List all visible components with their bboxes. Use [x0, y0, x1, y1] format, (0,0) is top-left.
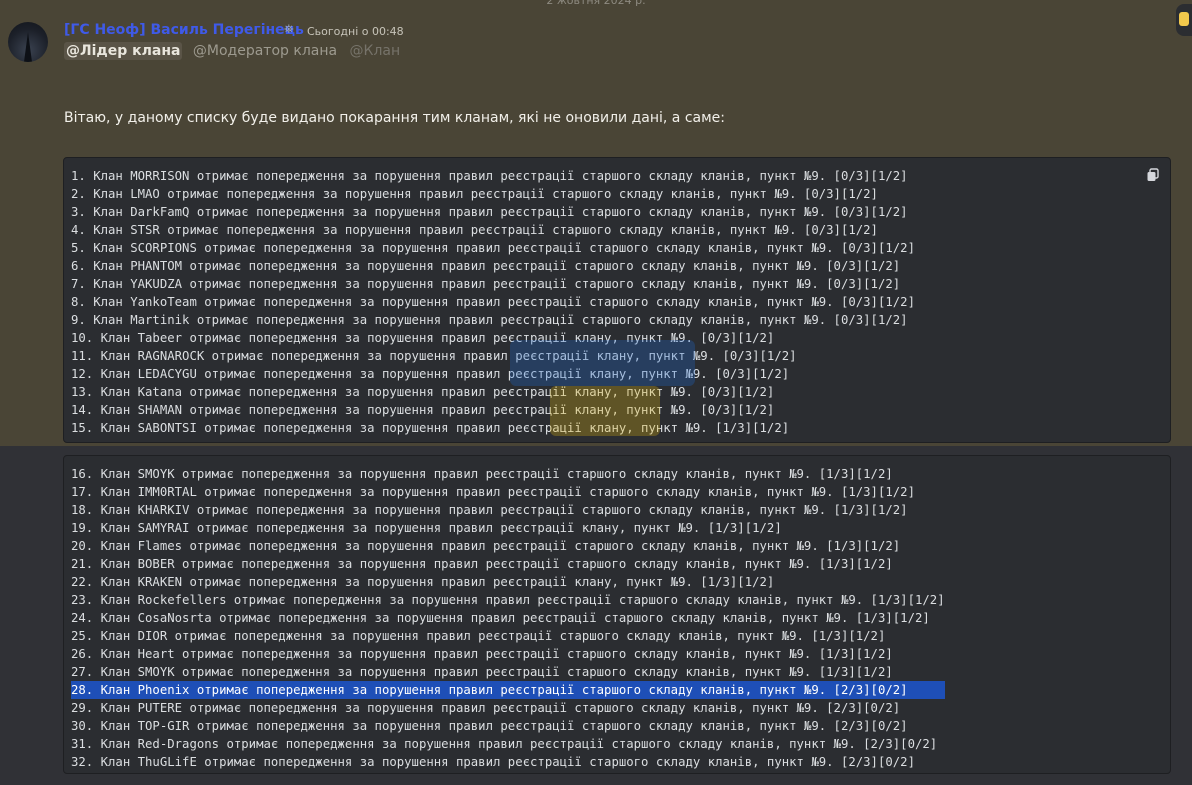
code-line: 26. Клан Heart отримає попередження за п…	[71, 647, 893, 661]
thumbs-up-icon	[1179, 12, 1189, 26]
message-text: Вітаю, у даному списку буде видано покар…	[64, 110, 726, 126]
author-name[interactable]: [ГС Неоф] Василь Перегінець	[64, 22, 304, 38]
code-line: 15. Клан SABONTSI отримає попередження з…	[71, 421, 790, 435]
mention-clan-role[interactable]: @Клан	[348, 42, 403, 60]
code-line: 22. Клан KRAKEN отримає попередження за …	[71, 575, 775, 589]
code-line: 5. Клан SCORPIONS отримає попередження з…	[71, 241, 915, 255]
code-block-2: 16. Клан SMOYK отримає попередження за п…	[63, 455, 1171, 774]
code-line: 16. Клан SMOYK отримає попередження за п…	[71, 467, 893, 481]
code-line: 3. Клан DarkFamQ отримає попередження за…	[71, 205, 908, 219]
code-line: 21. Клан BOBER отримає попередження за п…	[71, 557, 893, 571]
code-line: 12. Клан LEDACYGU отримає попередження з…	[71, 367, 790, 381]
code-line: 20. Клан Flames отримає попередження за …	[71, 539, 901, 553]
code-line: 1. Клан MORRISON отримає попередження за…	[71, 169, 908, 183]
code-line: 24. Клан CosaNosrta отримає попередження…	[71, 611, 930, 625]
code-line: 7. Клан YAKUDZA отримає попередження за …	[71, 277, 901, 291]
code-line: 13. Клан Katana отримає попередження за …	[71, 385, 775, 399]
code-block-1-lines: 1. Клан MORRISON отримає попередження за…	[71, 167, 915, 437]
code-line-selected: 28. Клан Phoenix отримає попередження за…	[71, 681, 945, 699]
code-line: 19. Клан SAMYRAI отримає попередження за…	[71, 521, 782, 535]
code-line: 27. Клан SMOYK отримає попередження за п…	[71, 665, 893, 679]
code-line: 29. Клан PUTERE отримає попередження за …	[71, 701, 901, 715]
code-line: 14. Клан SHAMAN отримає попередження за …	[71, 403, 775, 417]
code-line: 2. Клан LMAO отримає попередження за пор…	[71, 187, 878, 201]
code-line: 25. Клан DIOR отримає попередження за по…	[71, 629, 886, 643]
code-block-1: 1. Клан MORRISON отримає попередження за…	[63, 157, 1171, 443]
code-line: 6. Клан PHANTOM отримає попередження за …	[71, 259, 901, 273]
date-divider: 2 жовтня 2024 р.	[546, 0, 646, 7]
code-line: 30. Клан TOP-GIR отримає попередження за…	[71, 719, 908, 733]
code-line: 32. Клан ThuGLifE отримає попередження з…	[71, 755, 915, 769]
message-timestamp: Сьогодні о 00:48	[307, 25, 404, 38]
mention-moderator-role[interactable]: @Модератор клана	[191, 42, 339, 60]
mention-leader-role[interactable]: @Лідер клана	[64, 42, 183, 60]
code-line: 10. Клан Tabeer отримає попередження за …	[71, 331, 775, 345]
code-line: 11. Клан RAGNAROCK отримає попередження …	[71, 349, 797, 363]
avatar[interactable]	[8, 22, 48, 62]
avatar-image	[24, 32, 32, 62]
code-line: 8. Клан YankoTeam отримає попередження з…	[71, 295, 915, 309]
code-line: 17. Клан IMM0RTAL отримає попередження з…	[71, 485, 915, 499]
code-line: 23. Клан Rockefellers отримає попереджен…	[71, 593, 945, 607]
code-line: 4. Клан STSR отримає попередження за пор…	[71, 223, 878, 237]
code-line: 9. Клан Martinik отримає попередження за…	[71, 313, 908, 327]
role-badge-icon: ⛯	[284, 22, 294, 36]
code-line: 31. Клан Red-Dragons отримає попередженн…	[71, 737, 938, 751]
mentions-row: @Лідер клана @Модератор клана @Клан	[64, 42, 403, 60]
code-block-2-lines: 16. Клан SMOYK отримає попередження за п…	[71, 465, 945, 771]
code-line: 18. Клан KHARKIV отримає попередження за…	[71, 503, 908, 517]
copy-icon[interactable]	[1146, 168, 1160, 182]
reaction-button[interactable]	[1176, 4, 1192, 36]
